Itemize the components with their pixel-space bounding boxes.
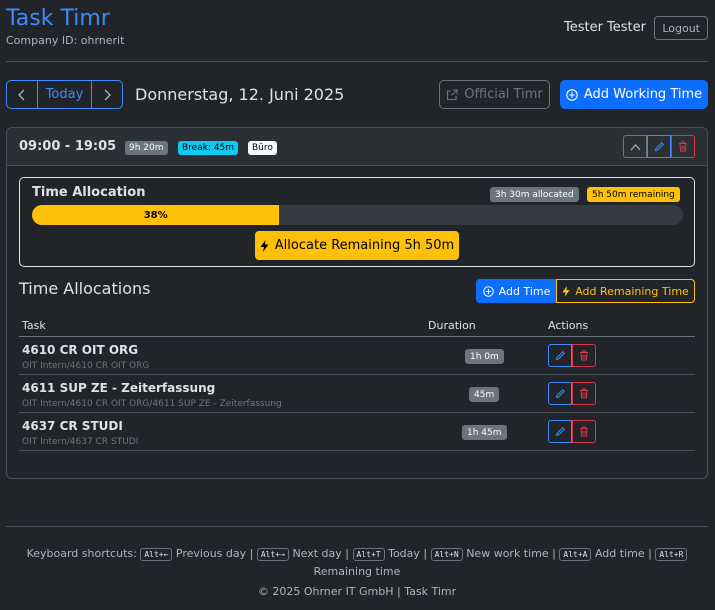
collapse-button[interactable] xyxy=(623,135,647,158)
shortcut-label: Remaining time xyxy=(313,565,401,578)
trash-icon xyxy=(580,350,588,361)
delete-entry-button[interactable] xyxy=(671,135,695,158)
time-allocations-title: Time Allocations xyxy=(19,279,151,298)
day-nav-group: Today xyxy=(6,80,123,109)
logout-button[interactable]: Logout xyxy=(654,16,708,40)
edit-allocation-button[interactable] xyxy=(548,382,572,405)
edit-entry-button[interactable] xyxy=(647,135,671,158)
task-path: OIT Intern/4610 CR OIT ORG xyxy=(22,361,150,371)
today-button[interactable]: Today xyxy=(37,81,92,108)
delete-allocation-button[interactable] xyxy=(572,420,596,443)
task-duration-badge: 1h 45m xyxy=(462,425,507,440)
app-header: Task Timr Company ID: ohrnerit Tester Te… xyxy=(6,6,708,62)
task-path: OIT Intern/4610 CR OIT ORG/4611 SUP ZE -… xyxy=(22,399,282,409)
remaining-badge: 5h 50m remaining xyxy=(587,187,680,202)
task-column-header: Task xyxy=(22,319,46,332)
row-actions xyxy=(548,382,596,405)
date-navigation: Today Donnerstag, 12. Juni 2025 Official… xyxy=(6,80,708,110)
next-day-button[interactable] xyxy=(92,81,122,108)
shortcut-label: Next day | xyxy=(292,547,349,560)
lightning-icon xyxy=(562,285,570,297)
task-name: 4610 CR OIT ORG xyxy=(22,343,139,357)
allocation-progress-bar: 38% xyxy=(32,205,683,225)
delete-allocation-button[interactable] xyxy=(572,382,596,405)
shortcut-key: Alt+R xyxy=(655,548,688,561)
table-row: 4637 CR STUDI OIT Intern/4637 CR STUDI 1… xyxy=(19,413,695,451)
pencil-icon xyxy=(555,388,565,399)
add-working-time-button[interactable]: Add Working Time xyxy=(560,80,708,109)
location-badge: Büro xyxy=(248,141,277,155)
task-duration-badge: 1h 0m xyxy=(465,349,504,364)
shortcut-label: Add time | xyxy=(594,547,652,560)
edit-allocation-button[interactable] xyxy=(548,344,572,367)
trash-icon xyxy=(679,141,687,152)
shortcut-label: New work time | xyxy=(466,547,556,560)
official-timr-button[interactable]: Official Timr xyxy=(439,80,550,109)
task-name: 4611 SUP ZE - Zeiterfassung xyxy=(22,381,216,395)
lightning-icon xyxy=(260,239,269,252)
allocation-progress-fill: 38% xyxy=(32,205,280,225)
shortcut-key: Alt+T xyxy=(352,548,385,561)
time-allocation-title: Time Allocation xyxy=(32,185,146,200)
footer-divider xyxy=(6,526,708,527)
current-date: Donnerstag, 12. Juni 2025 xyxy=(135,85,345,104)
task-path: OIT Intern/4637 CR STUDI xyxy=(22,437,139,447)
keyboard-shortcuts: Keyboard shortcuts: Alt+← Previous day |… xyxy=(6,545,708,580)
shortcut-key: Alt+→ xyxy=(256,548,289,561)
row-actions xyxy=(548,344,596,367)
duration-badge: 9h 20m xyxy=(125,141,168,155)
allocate-remaining-button[interactable]: Allocate Remaining 5h 50m xyxy=(255,231,459,260)
chevron-left-icon xyxy=(18,89,25,100)
break-badge: Break: 45m xyxy=(178,141,239,155)
plus-circle-icon xyxy=(566,88,578,101)
task-duration-badge: 45m xyxy=(469,387,500,402)
table-row: 4610 CR OIT ORG OIT Intern/4610 CR OIT O… xyxy=(19,337,695,375)
header-divider xyxy=(6,61,708,62)
chevron-up-icon xyxy=(630,143,640,150)
working-time-card: 09:00 - 19:05 9h 20m Break: 45m Büro Tim… xyxy=(6,127,708,479)
table-header: Task Duration Actions xyxy=(19,315,695,337)
shortcut-label: Today | xyxy=(388,547,428,560)
user-name: Tester Tester xyxy=(563,20,646,35)
pencil-icon xyxy=(555,426,565,437)
pencil-icon xyxy=(654,141,664,152)
pencil-icon xyxy=(555,350,565,361)
working-time-header: 09:00 - 19:05 9h 20m Break: 45m Büro xyxy=(7,128,707,166)
add-remaining-time-label: Add Remaining Time xyxy=(575,284,689,298)
allocations-table: Task Duration Actions 4610 CR OIT ORG OI… xyxy=(19,315,695,451)
entry-actions xyxy=(623,135,695,158)
plus-circle-icon xyxy=(482,285,494,297)
task-name: 4637 CR STUDI xyxy=(22,419,123,433)
copyright: © 2025 Ohrner IT GmbH | Task Timr xyxy=(257,585,457,598)
shortcuts-label: Keyboard shortcuts: xyxy=(26,547,137,560)
row-actions xyxy=(548,420,596,443)
allocated-badge: 3h 30m allocated xyxy=(490,187,579,202)
delete-allocation-button[interactable] xyxy=(572,344,596,367)
time-allocation-panel: Time Allocation 3h 30m allocated 5h 50m … xyxy=(19,177,695,267)
external-link-icon xyxy=(447,88,458,100)
edit-allocation-button[interactable] xyxy=(548,420,572,443)
allocate-remaining-label: Allocate Remaining 5h 50m xyxy=(274,238,455,253)
official-timr-label: Official Timr xyxy=(464,87,543,102)
shortcut-key: Alt+N xyxy=(430,548,463,561)
shortcut-label: Previous day | xyxy=(175,547,254,560)
chevron-right-icon xyxy=(104,89,111,100)
time-range: 09:00 - 19:05 xyxy=(19,139,117,154)
company-id: Company ID: ohrnerit xyxy=(6,34,125,47)
actions-column-header: Actions xyxy=(548,319,589,332)
add-remaining-time-button[interactable]: Add Remaining Time xyxy=(556,279,695,303)
add-working-time-label: Add Working Time xyxy=(583,87,703,102)
previous-day-button[interactable] xyxy=(7,81,37,108)
trash-icon xyxy=(580,426,588,437)
add-time-label: Add Time xyxy=(498,284,551,298)
shortcut-key: Alt+← xyxy=(140,548,173,561)
duration-column-header: Duration xyxy=(428,319,476,332)
add-time-button[interactable]: Add Time xyxy=(476,279,557,303)
shortcut-key: Alt+A xyxy=(559,548,592,561)
trash-icon xyxy=(580,388,588,399)
table-row: 4611 SUP ZE - Zeiterfassung OIT Intern/4… xyxy=(19,375,695,413)
